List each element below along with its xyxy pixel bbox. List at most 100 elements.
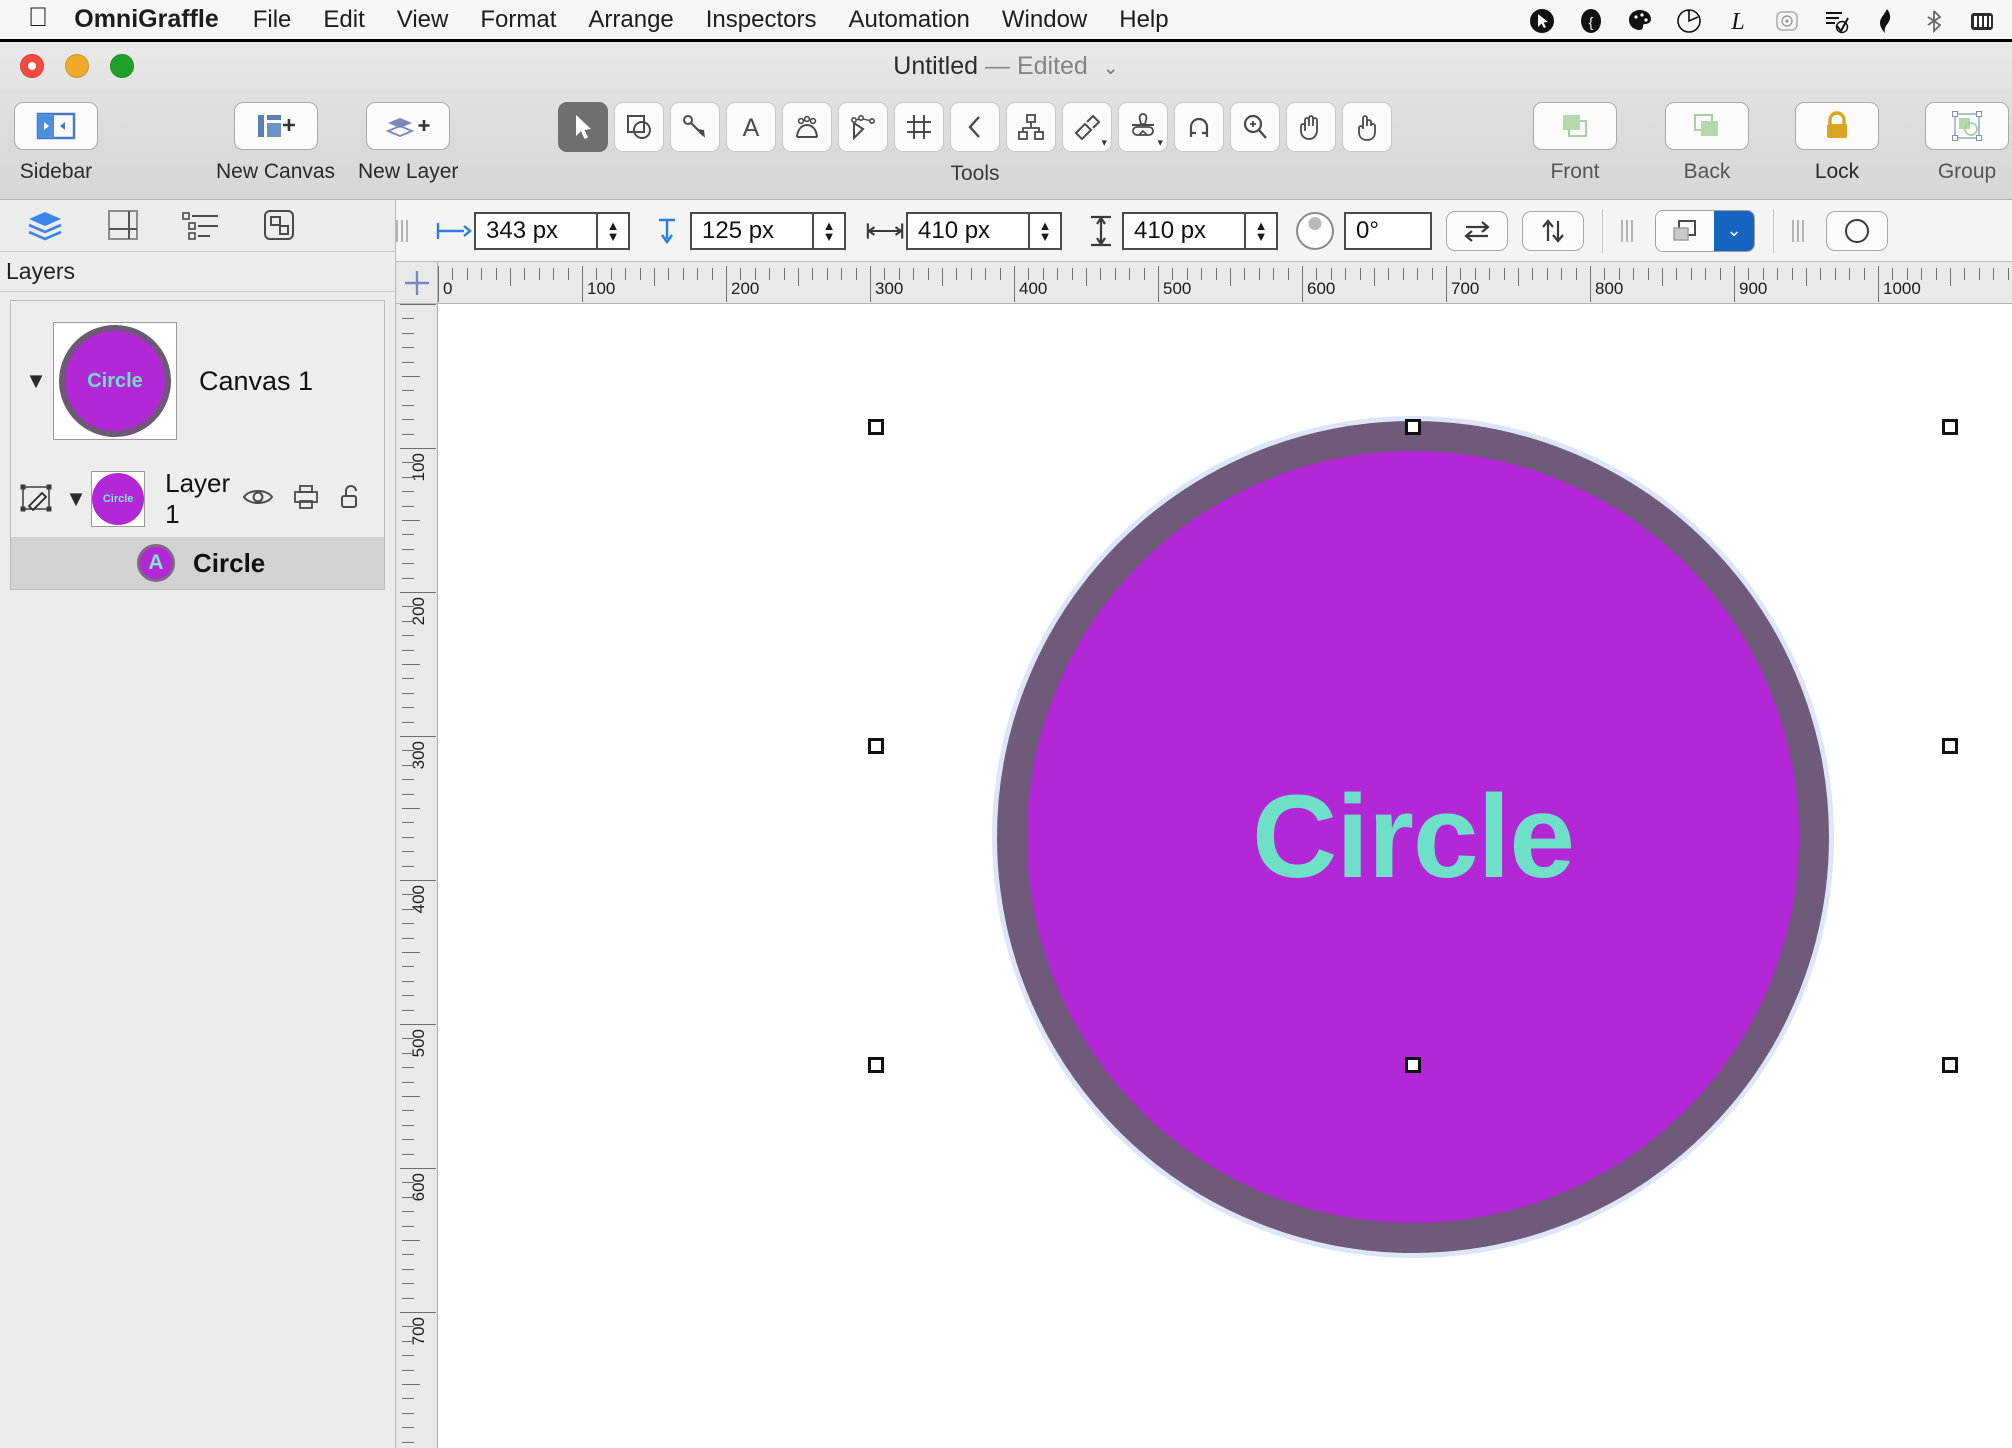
drag-grip-icon[interactable]: [1621, 219, 1639, 243]
send-to-back-button[interactable]: Back: [1665, 90, 1749, 184]
rotation-value[interactable]: 0°: [1344, 211, 1432, 250]
back-tool[interactable]: [950, 102, 1000, 152]
group-button[interactable]: Group: [1925, 90, 2009, 184]
chevron-down-icon[interactable]: ▾: [1157, 136, 1163, 149]
battery-icon[interactable]: [1968, 6, 1998, 36]
shape-tool[interactable]: [614, 102, 664, 152]
selection-handle-bottom-left[interactable]: [868, 1057, 884, 1073]
height-input[interactable]: [1124, 213, 1244, 248]
rotation-knob-icon[interactable]: [1296, 211, 1334, 250]
menu-item-file[interactable]: File: [253, 6, 292, 34]
zoom-tool[interactable]: [1230, 102, 1280, 152]
horizontal-ruler[interactable]: 0 100 200 300 400 500 600 700 800 900 1000: [438, 262, 2012, 304]
menu-item-inspectors[interactable]: Inspectors: [706, 6, 817, 34]
position-y-input[interactable]: [692, 213, 812, 248]
menu-item-view[interactable]: View: [397, 6, 449, 34]
outline-tab[interactable]: [178, 206, 224, 246]
artboard-tool[interactable]: [894, 102, 944, 152]
chevron-down-icon[interactable]: ▾: [1101, 136, 1107, 149]
printer-icon[interactable]: [292, 484, 320, 515]
vertical-ruler[interactable]: 100 200 300 400 500 600 700: [396, 304, 438, 1448]
contents-tab[interactable]: [256, 206, 302, 246]
rotation-field[interactable]: 0°: [1296, 211, 1432, 250]
copyright-badge-icon[interactable]: [1772, 6, 1802, 36]
drawing-canvas[interactable]: Circle: [438, 304, 2012, 1448]
selection-handle-bottom-center[interactable]: [1405, 1057, 1421, 1073]
position-y-stepper[interactable]: ▲ ▼: [812, 213, 844, 248]
magnet-tool[interactable]: [1174, 102, 1224, 152]
selection-handle-middle-right[interactable]: [1942, 738, 1958, 754]
accessibility-circle-icon[interactable]: {: [1576, 6, 1606, 36]
layer-name[interactable]: Layer 1: [165, 468, 242, 530]
height-stepbox[interactable]: ▲▼: [1122, 211, 1278, 250]
width-stepbox[interactable]: ▲▼: [906, 211, 1062, 250]
eye-icon[interactable]: [242, 486, 274, 513]
position-x-field[interactable]: ▲▼: [432, 211, 630, 250]
arrange-objects-icon[interactable]: [1656, 210, 1714, 251]
hand-tool[interactable]: [1286, 102, 1336, 152]
flash-bolt-icon[interactable]: [1870, 6, 1900, 36]
position-y-field[interactable]: ▲▼: [648, 211, 846, 250]
menu-item-arrange[interactable]: Arrange: [588, 6, 673, 34]
document-title[interactable]: Untitled — Edited ⌄: [0, 52, 2012, 81]
diagram-tool[interactable]: [1006, 102, 1056, 152]
position-x-stepper[interactable]: ▲ ▼: [596, 213, 628, 248]
width-field[interactable]: ▲▼: [864, 211, 1062, 250]
browse-tool[interactable]: [1342, 102, 1392, 152]
drag-grip-icon[interactable]: [396, 219, 414, 243]
cursor-circle-icon[interactable]: [1527, 6, 1557, 36]
bring-to-front-button[interactable]: Front: [1533, 90, 1617, 184]
rotate-arrow-icon[interactable]: [1674, 6, 1704, 36]
layer-row[interactable]: ▼ Circle Layer 1: [11, 461, 384, 537]
lock-button[interactable]: Lock: [1795, 90, 1879, 184]
ruler-origin-corner[interactable]: [396, 262, 438, 304]
width-stepper[interactable]: ▲ ▼: [1028, 213, 1060, 248]
new-canvas-button[interactable]: New Canvas: [216, 90, 335, 184]
canvas-disclosure-triangle-icon[interactable]: ▼: [19, 368, 53, 394]
apple-logo-icon[interactable]: : [28, 4, 48, 31]
selection-handle-middle-left[interactable]: [868, 738, 884, 754]
text-tool[interactable]: A: [726, 102, 776, 152]
selection-handle-top-center[interactable]: [1405, 419, 1421, 435]
bluetooth-icon[interactable]: [1919, 6, 1949, 36]
width-input[interactable]: [908, 213, 1028, 248]
selection-handle-top-right[interactable]: [1942, 419, 1958, 435]
layers-tab[interactable]: [22, 206, 68, 246]
canvas-row[interactable]: ▼ Circle Canvas 1: [11, 301, 384, 461]
menu-item-omnigraffle[interactable]: OmniGraffle: [74, 5, 218, 34]
arrange-objects-button[interactable]: ⌄: [1655, 209, 1755, 252]
position-x-stepbox[interactable]: ▲▼: [474, 211, 630, 250]
list-check-icon[interactable]: [1821, 6, 1851, 36]
drag-grip-icon[interactable]: [1792, 219, 1810, 243]
unlocked-padlock-icon[interactable]: [338, 483, 364, 516]
shape-style-button[interactable]: [1826, 210, 1888, 251]
position-y-stepbox[interactable]: ▲▼: [690, 211, 846, 250]
height-field[interactable]: ▲▼: [1080, 211, 1278, 250]
arrange-chevron-down-icon[interactable]: ⌄: [1714, 210, 1754, 251]
canvases-tab[interactable]: [100, 206, 146, 246]
canvas-name[interactable]: Canvas 1: [199, 366, 313, 397]
script-l-icon[interactable]: L: [1723, 6, 1753, 36]
pencil-edit-icon[interactable]: [17, 477, 57, 521]
menu-item-format[interactable]: Format: [480, 6, 556, 34]
circle-shape[interactable]: Circle: [997, 421, 1829, 1253]
point-editor-tool[interactable]: [838, 102, 888, 152]
menu-item-window[interactable]: Window: [1002, 6, 1087, 34]
height-stepper[interactable]: ▲ ▼: [1244, 213, 1276, 248]
selection-handle-bottom-right[interactable]: [1942, 1057, 1958, 1073]
color-palette-icon[interactable]: [1625, 6, 1655, 36]
position-x-input[interactable]: [476, 213, 596, 248]
menu-item-edit[interactable]: Edit: [323, 6, 364, 34]
style-brush-tool[interactable]: ▾: [1062, 102, 1112, 152]
flip-vertical-button[interactable]: [1522, 210, 1584, 251]
chevron-down-icon[interactable]: ⌄: [1103, 58, 1119, 79]
rubber-stamp-tool[interactable]: ▾: [1118, 102, 1168, 152]
menu-item-automation[interactable]: Automation: [848, 6, 969, 34]
object-row-circle[interactable]: A Circle: [11, 537, 384, 589]
menu-item-help[interactable]: Help: [1119, 6, 1168, 34]
selection-tool[interactable]: [558, 102, 608, 152]
flip-horizontal-button[interactable]: [1446, 210, 1508, 251]
selection-handle-top-left[interactable]: [868, 419, 884, 435]
pen-tool[interactable]: [782, 102, 832, 152]
object-name[interactable]: Circle: [193, 548, 265, 579]
